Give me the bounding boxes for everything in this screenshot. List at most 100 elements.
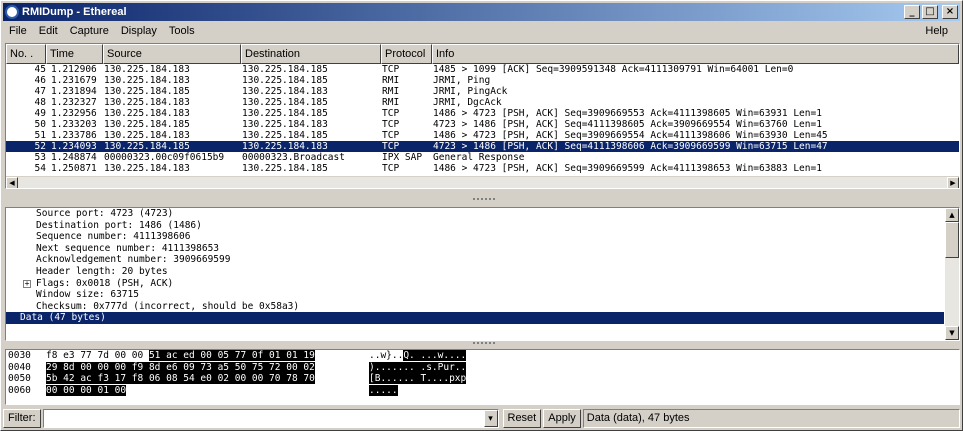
status-bar: Data (data), 47 bytes xyxy=(582,409,960,428)
packet-no: 48 xyxy=(34,97,46,108)
hex-row[interactable]: 0060 00 00 00 01 00..... xyxy=(6,384,959,397)
hex-bytes-selected: 5b 42 ac f3 17 f8 06 08 54 e0 02 00 00 7… xyxy=(46,373,315,384)
col-header-time[interactable]: Time xyxy=(46,44,103,64)
detail-line-text: Checksum: 0x777d (incorrect, should be 0… xyxy=(36,300,300,312)
table-row[interactable]: 50 1.233203 130.225.184.185 130.225.184.183… xyxy=(6,119,959,130)
packet-source: 130.225.184.185 xyxy=(104,86,190,97)
maximize-icon[interactable]: □ xyxy=(922,5,938,19)
menu-display[interactable]: Display xyxy=(115,25,163,37)
hex-offset: 0040 xyxy=(8,361,31,373)
minimize-icon[interactable]: _ xyxy=(904,5,920,19)
expand-icon[interactable]: + xyxy=(23,279,31,288)
menu-tools[interactable]: Tools xyxy=(163,25,201,37)
hex-bytes-selected: 29 8d 00 00 00 f9 8d e6 09 73 a5 50 75 7… xyxy=(46,361,315,373)
col-header-destination[interactable]: Destination xyxy=(241,44,381,64)
packet-source: 130.225.184.183 xyxy=(104,130,190,141)
packet-list-hscrollbar[interactable]: ◀ ▶ xyxy=(6,176,959,188)
packet-source: 130.225.184.183 xyxy=(104,64,190,75)
packet-protocol: TCP xyxy=(382,108,400,119)
packet-destination: 130.225.184.185 xyxy=(242,97,328,108)
hex-bytes: 00 00 00 01 00 xyxy=(46,384,127,397)
col-header-protocol[interactable]: Protocol xyxy=(381,44,432,64)
window-title: RMIDump - Ethereal xyxy=(22,6,127,18)
menu-help[interactable]: Help xyxy=(919,25,954,37)
close-icon[interactable]: × xyxy=(942,5,958,19)
table-row[interactable]: 48 1.232327 130.225.184.183 130.225.184.185… xyxy=(6,97,959,108)
hex-offset: 0060 xyxy=(8,384,31,396)
scroll-up-icon[interactable]: ▲ xyxy=(945,208,959,222)
packet-destination: 00000323.Broadcast xyxy=(242,152,345,163)
packet-protocol: RMI xyxy=(382,86,400,97)
packet-list-header: No. . Time Source Destination Protocol I… xyxy=(6,44,959,64)
menu-bar: File Edit Capture Display Tools Help xyxy=(3,22,960,40)
pane-splitter-top[interactable] xyxy=(5,197,960,203)
menu-file[interactable]: File xyxy=(3,25,33,37)
packet-protocol: TCP xyxy=(382,130,400,141)
hex-bytes-selected: 51 ac ed 00 05 77 0f 01 01 19 xyxy=(148,350,315,361)
packet-time: 1.231679 xyxy=(51,75,97,86)
detail-line-text: Sequence number: 4111398606 xyxy=(36,231,191,243)
packet-destination: 130.225.184.185 xyxy=(242,108,328,119)
hex-ascii: )....... .s.Pur.. xyxy=(369,361,467,374)
hex-row[interactable]: 0040 29 8d 00 00 00 f9 8d e6 09 73 a5 50 … xyxy=(6,361,959,374)
table-row[interactable]: 46 1.231679 130.225.184.183 130.225.184.185… xyxy=(6,75,959,86)
detail-line[interactable]: Source port: 4723 (4723) xyxy=(6,208,959,220)
hex-row[interactable]: 0050 5b 42 ac f3 17 f8 06 08 54 e0 02 00 … xyxy=(6,373,959,385)
packet-time: 1.212906 xyxy=(51,64,97,75)
detail-line[interactable]: Acknowledgement number: 3909669599 xyxy=(6,254,959,266)
scroll-down-icon[interactable]: ▼ xyxy=(945,326,959,340)
table-row[interactable]: 53 1.248874 00000323.00c09f0615b9 00000323.… xyxy=(6,152,959,163)
filter-dropdown-icon[interactable]: ▾ xyxy=(483,410,498,427)
reset-button[interactable]: Reset xyxy=(502,409,542,428)
table-row[interactable]: 45 1.212906 130.225.184.183 130.225.184.185… xyxy=(6,64,959,75)
details-vscrollbar[interactable]: ▲ ▼ xyxy=(945,208,959,340)
detail-line[interactable]: Next sequence number: 4111398653 xyxy=(6,243,959,255)
app-icon xyxy=(5,5,19,19)
detail-line[interactable]: Window size: 63715 xyxy=(6,289,959,301)
hex-offset: 0050 xyxy=(8,373,31,384)
packet-time: 1.232327 xyxy=(51,97,97,108)
table-row[interactable]: 52 1.234093 130.225.184.185 130.225.184.183… xyxy=(6,140,959,153)
col-header-source[interactable]: Source xyxy=(103,44,241,64)
col-header-info[interactable]: Info xyxy=(432,44,959,64)
detail-line[interactable]: Header length: 20 bytes xyxy=(6,266,959,278)
detail-line[interactable]: Destination port: 1486 (1486) xyxy=(6,220,959,232)
packet-rows: 45 1.212906 130.225.184.183 130.225.184.185… xyxy=(6,64,959,174)
scroll-left-icon[interactable]: ◀ xyxy=(6,177,18,188)
detail-line-flags-text: Flags: 0x0018 (PSH, ACK) xyxy=(36,277,174,289)
detail-line-text: Acknowledgement number: 3909669599 xyxy=(36,254,231,266)
hex-ascii: [B...... T....pxp xyxy=(369,373,467,385)
packet-details: Source port: 4723 (4723) Destination port… xyxy=(5,207,960,341)
scroll-thumb[interactable] xyxy=(945,222,959,258)
packet-source: 130.225.184.183 xyxy=(104,163,190,174)
filter-button[interactable]: Filter: xyxy=(3,409,41,428)
packet-destination: 130.225.184.183 xyxy=(242,141,328,152)
col-header-no[interactable]: No. . xyxy=(6,44,46,64)
hex-bytes-selected: 00 00 00 01 00 xyxy=(46,384,127,396)
table-row[interactable]: 51 1.233786 130.225.184.183 130.225.184.185… xyxy=(6,130,959,141)
packet-no: 45 xyxy=(34,64,46,75)
detail-line-flags[interactable]: + Flags: 0x0018 (PSH, ACK) xyxy=(6,278,959,290)
table-row[interactable]: 47 1.231894 130.225.184.185 130.225.184.183… xyxy=(6,86,959,97)
hex-bytes: f8 e3 77 7d 00 00 51 ac ed 00 05 77 0f 0… xyxy=(46,350,315,362)
packet-time: 1.233203 xyxy=(51,119,97,130)
table-row[interactable]: 49 1.232956 130.225.184.183 130.225.184.185… xyxy=(6,108,959,119)
hex-pane: 0030 f8 e3 77 7d 00 00 51 ac ed 00 05 77 … xyxy=(5,349,960,405)
packet-time: 1.248874 xyxy=(51,152,97,163)
packet-source: 130.225.184.183 xyxy=(104,97,190,108)
detail-line[interactable]: Sequence number: 4111398606 xyxy=(6,231,959,243)
scroll-right-icon[interactable]: ▶ xyxy=(947,177,959,188)
pane-splitter-bottom[interactable] xyxy=(5,341,960,347)
menu-capture[interactable]: Capture xyxy=(64,25,115,37)
menu-edit[interactable]: Edit xyxy=(33,25,64,37)
packet-source: 130.225.184.185 xyxy=(104,119,190,130)
hex-offset: 0030 xyxy=(8,350,31,361)
packet-destination: 130.225.184.185 xyxy=(242,130,328,141)
table-row[interactable]: 54 1.250871 130.225.184.183 130.225.184.185… xyxy=(6,163,959,174)
hex-row[interactable]: 0030 f8 e3 77 7d 00 00 51 ac ed 00 05 77 … xyxy=(6,350,959,362)
packet-destination: 130.225.184.185 xyxy=(242,163,328,174)
detail-line-selected[interactable]: Data (47 bytes) xyxy=(6,312,944,324)
detail-line[interactable]: Checksum: 0x777d (incorrect, should be 0… xyxy=(6,301,959,313)
apply-button[interactable]: Apply xyxy=(543,409,581,428)
filter-input[interactable]: ▾ xyxy=(42,409,499,428)
